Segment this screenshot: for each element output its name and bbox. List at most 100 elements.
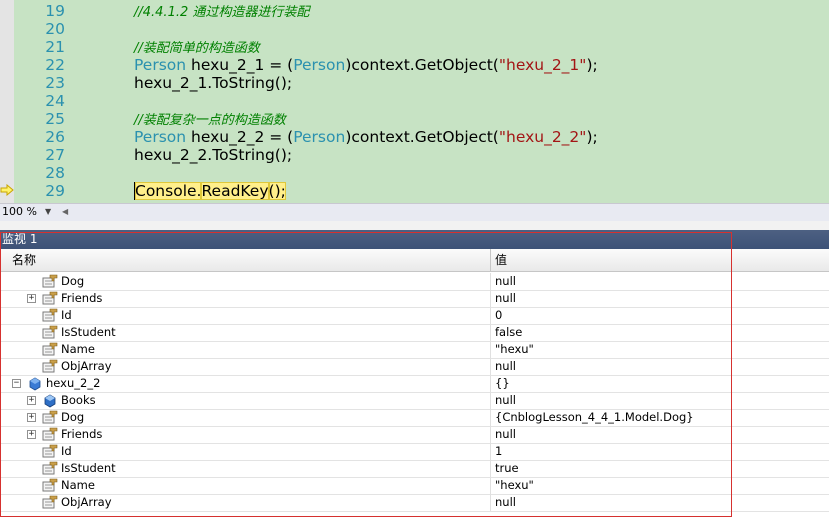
code-token: hexu_2_2 = ( bbox=[186, 128, 294, 146]
watch-column-header: 名称 值 bbox=[0, 249, 829, 272]
line-number: 28 bbox=[45, 164, 65, 182]
code-line[interactable]: 24 bbox=[0, 92, 829, 110]
watch-row-value[interactable]: null bbox=[495, 494, 516, 511]
property-icon bbox=[42, 308, 58, 323]
code-token: //装配简单的构造函数 bbox=[134, 41, 260, 56]
watch-row-value[interactable]: null bbox=[495, 392, 516, 409]
watch-row-name: Name bbox=[61, 342, 95, 356]
code-token: Person bbox=[134, 128, 187, 146]
line-number: 26 bbox=[45, 128, 65, 146]
watch-row-value[interactable]: 0 bbox=[495, 307, 502, 324]
zoom-dropdown[interactable]: 100 % bbox=[2, 204, 40, 220]
code-text[interactable]: //装配复杂一点的构造函数 bbox=[134, 110, 286, 130]
watch-row-value[interactable]: 1 bbox=[495, 443, 502, 460]
watch-row[interactable]: Name "hexu" bbox=[0, 477, 829, 495]
line-number: 29 bbox=[45, 182, 65, 200]
property-icon bbox=[42, 325, 58, 340]
watch-row-value[interactable]: "hexu" bbox=[495, 477, 534, 494]
watch-row[interactable]: Dog null bbox=[0, 273, 829, 291]
watch-row-name: Friends bbox=[61, 291, 103, 305]
variable-icon bbox=[27, 376, 43, 391]
code-line[interactable]: 21 //装配简单的构造函数 bbox=[0, 38, 829, 56]
chevron-down-icon[interactable]: ▼ bbox=[45, 204, 51, 220]
watch-row[interactable]: + Dog {CnblogLesson_4_4_1.Model.Dog} bbox=[0, 409, 829, 427]
code-line[interactable]: 22 Person hexu_2_1 = (Person)context.GetO… bbox=[0, 56, 829, 74]
watch-row-value[interactable]: {} bbox=[495, 375, 510, 392]
watch-row-name: Name bbox=[61, 478, 95, 492]
watch-row-value[interactable]: null bbox=[495, 290, 516, 307]
property-icon bbox=[42, 359, 58, 374]
code-line[interactable]: 20 bbox=[0, 20, 829, 38]
code-text[interactable]: hexu_2_1.ToString(); bbox=[134, 74, 292, 92]
column-divider bbox=[490, 477, 491, 494]
property-icon bbox=[42, 410, 58, 425]
expand-icon[interactable]: + bbox=[27, 294, 36, 303]
code-line[interactable]: 28 bbox=[0, 164, 829, 182]
column-header-name[interactable]: 名称 bbox=[12, 249, 36, 271]
watch-row[interactable]: + Friends null bbox=[0, 426, 829, 444]
property-icon bbox=[42, 495, 58, 510]
watch-row[interactable]: Id 0 bbox=[0, 307, 829, 325]
code-line[interactable]: 29 Console.ReadKey(); bbox=[0, 182, 829, 200]
property-icon bbox=[42, 274, 58, 289]
watch-row-name: Dog bbox=[61, 410, 85, 424]
column-header-value[interactable]: 值 bbox=[495, 249, 507, 271]
column-divider bbox=[490, 290, 491, 307]
line-number: 21 bbox=[45, 38, 65, 56]
code-line[interactable]: 23 hexu_2_1.ToString(); bbox=[0, 74, 829, 92]
watch-row-value[interactable]: null bbox=[495, 426, 516, 443]
watch-row[interactable]: IsStudent false bbox=[0, 324, 829, 342]
code-token: hexu_2_2.ToString(); bbox=[134, 146, 293, 164]
watch-row-value[interactable]: null bbox=[495, 273, 516, 290]
watch-row[interactable]: IsStudent true bbox=[0, 460, 829, 478]
expand-icon[interactable]: + bbox=[27, 430, 36, 439]
code-editor[interactable]: 19 //4.4.1.2 通过构造器进行装配 20 21 //装配简单的构造函数 22 Pe… bbox=[0, 0, 829, 203]
watch-window-title: 监视 1 bbox=[0, 230, 829, 249]
panel-splitter[interactable] bbox=[0, 221, 829, 230]
watch-row-value[interactable]: {CnblogLesson_4_4_1.Model.Dog} bbox=[495, 409, 694, 426]
column-divider bbox=[490, 426, 491, 443]
code-text[interactable]: Person hexu_2_2 = (Person)context.GetObj… bbox=[134, 128, 598, 146]
collapse-icon[interactable]: − bbox=[12, 379, 21, 388]
watch-row-name: Books bbox=[61, 393, 96, 407]
line-number: 25 bbox=[45, 110, 65, 128]
code-token: //4.4.1.2 通过构造器进行装配 bbox=[134, 5, 310, 20]
scroll-left-icon[interactable]: ◀ bbox=[62, 204, 68, 220]
line-number: 19 bbox=[45, 2, 65, 20]
column-divider bbox=[490, 409, 491, 426]
code-line[interactable]: 26 Person hexu_2_2 = (Person)context.GetO… bbox=[0, 128, 829, 146]
watch-row[interactable]: ObjArray null bbox=[0, 494, 829, 512]
code-line[interactable]: 19 //4.4.1.2 通过构造器进行装配 bbox=[0, 2, 829, 20]
property-icon bbox=[42, 342, 58, 357]
property-icon bbox=[42, 291, 58, 306]
watch-row-value[interactable]: "hexu" bbox=[495, 341, 534, 358]
watch-row-name: hexu_2_2 bbox=[46, 376, 101, 390]
watch-row-value[interactable]: null bbox=[495, 358, 516, 375]
watch-row[interactable]: + Books null bbox=[0, 392, 829, 410]
code-token: ); bbox=[586, 128, 598, 146]
code-line[interactable]: 27 hexu_2_2.ToString(); bbox=[0, 146, 829, 164]
watch-row-value[interactable]: false bbox=[495, 324, 522, 341]
code-line[interactable]: 25 //装配复杂一点的构造函数 bbox=[0, 110, 829, 128]
column-divider[interactable] bbox=[490, 249, 491, 271]
code-token: "hexu_2_2" bbox=[498, 128, 587, 146]
line-number: 24 bbox=[45, 92, 65, 110]
code-text[interactable]: //装配简单的构造函数 bbox=[134, 38, 260, 58]
watch-row[interactable]: − hexu_2_2 {} bbox=[0, 375, 829, 393]
watch-row[interactable]: Name "hexu" bbox=[0, 341, 829, 359]
code-token: "hexu_2_1" bbox=[498, 56, 587, 74]
column-divider bbox=[490, 358, 491, 375]
line-number: 23 bbox=[45, 74, 65, 92]
watch-row[interactable]: Id 1 bbox=[0, 443, 829, 461]
watch-row[interactable]: ObjArray null bbox=[0, 358, 829, 376]
code-text[interactable]: //4.4.1.2 通过构造器进行装配 bbox=[134, 2, 309, 22]
property-icon bbox=[42, 478, 58, 493]
code-text[interactable]: Console.ReadKey(); bbox=[134, 182, 286, 200]
code-text[interactable]: hexu_2_2.ToString(); bbox=[134, 146, 292, 164]
expand-icon[interactable]: + bbox=[27, 396, 36, 405]
code-text[interactable]: Person hexu_2_1 = (Person)context.GetObj… bbox=[134, 56, 598, 74]
expand-icon[interactable]: + bbox=[27, 413, 36, 422]
watch-row[interactable]: + Friends null bbox=[0, 290, 829, 308]
code-token: (); bbox=[268, 182, 286, 200]
watch-row-value[interactable]: true bbox=[495, 460, 519, 477]
